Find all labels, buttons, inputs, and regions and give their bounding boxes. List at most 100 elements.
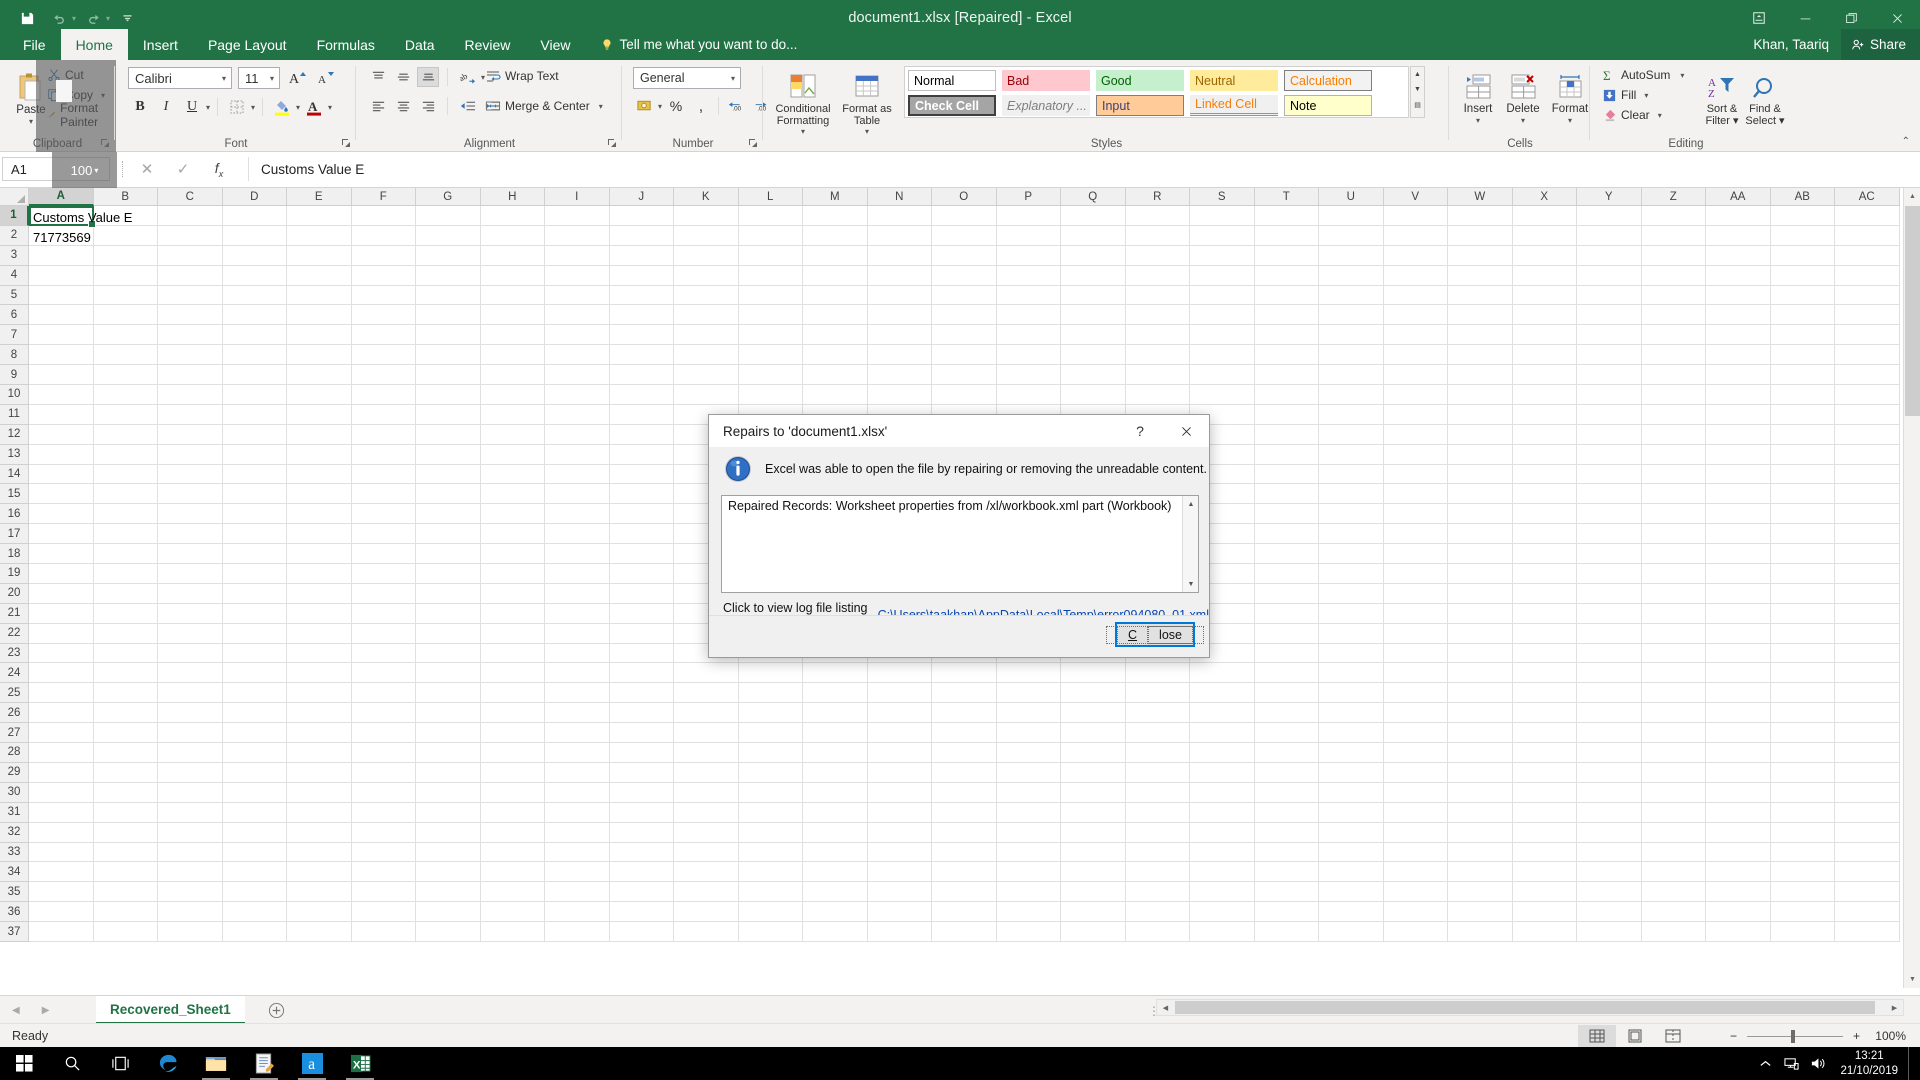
cell-B23[interactable] bbox=[93, 643, 158, 664]
row-header-5[interactable]: 5 bbox=[0, 285, 29, 306]
cell-T5[interactable] bbox=[1254, 285, 1319, 306]
cell-J30[interactable] bbox=[609, 782, 674, 803]
column-header-C[interactable]: C bbox=[158, 188, 223, 206]
cell-I15[interactable] bbox=[545, 484, 610, 505]
cell-M31[interactable] bbox=[803, 802, 868, 823]
cell-T19[interactable] bbox=[1254, 564, 1319, 584]
cell-E24[interactable] bbox=[287, 663, 352, 684]
cell-AC30[interactable] bbox=[1835, 782, 1900, 803]
cell-T4[interactable] bbox=[1254, 265, 1319, 286]
cell-P29[interactable] bbox=[996, 762, 1061, 783]
cell-A13[interactable] bbox=[29, 444, 94, 465]
column-header-U[interactable]: U bbox=[1319, 188, 1384, 206]
cell-F28[interactable] bbox=[351, 743, 416, 763]
column-header-X[interactable]: X bbox=[1512, 188, 1577, 206]
cell-AC23[interactable] bbox=[1835, 643, 1900, 664]
format-cells-dropdown-icon[interactable]: ▾ bbox=[1568, 117, 1572, 125]
fill-button[interactable]: Fill ▾ bbox=[1599, 85, 1687, 105]
cell-A30[interactable] bbox=[29, 782, 94, 803]
cell-U35[interactable] bbox=[1319, 882, 1384, 903]
cell-D27[interactable] bbox=[222, 723, 287, 744]
cell-O6[interactable] bbox=[932, 305, 997, 326]
cell-J14[interactable] bbox=[609, 464, 674, 485]
cell-D32[interactable] bbox=[222, 822, 287, 843]
cell-D26[interactable] bbox=[222, 703, 287, 724]
cell-W11[interactable] bbox=[1448, 404, 1513, 425]
cell-Q26[interactable] bbox=[1061, 703, 1126, 724]
show-hidden-icons-icon[interactable] bbox=[1752, 1047, 1778, 1080]
cell-AB19[interactable] bbox=[1770, 564, 1835, 584]
cell-K4[interactable] bbox=[674, 265, 739, 286]
cell-Z28[interactable] bbox=[1641, 743, 1706, 763]
cell-V18[interactable] bbox=[1383, 544, 1448, 565]
number-format-combo[interactable]: General ▾ bbox=[633, 67, 741, 89]
cell-AB12[interactable] bbox=[1770, 424, 1835, 445]
cell-G30[interactable] bbox=[416, 782, 481, 803]
cell-J13[interactable] bbox=[609, 444, 674, 465]
cell-J6[interactable] bbox=[609, 305, 674, 326]
cell-J23[interactable] bbox=[609, 643, 674, 664]
cell-V3[interactable] bbox=[1383, 245, 1448, 266]
cell-W37[interactable] bbox=[1448, 922, 1513, 942]
cell-P36[interactable] bbox=[996, 902, 1061, 923]
cell-H6[interactable] bbox=[480, 305, 545, 326]
cell-Y13[interactable] bbox=[1577, 444, 1642, 465]
cell-B19[interactable] bbox=[93, 564, 158, 584]
add-sheet-icon[interactable] bbox=[266, 1000, 286, 1020]
cell-W26[interactable] bbox=[1448, 703, 1513, 724]
cell-Z12[interactable] bbox=[1641, 424, 1706, 445]
cell-F18[interactable] bbox=[351, 544, 416, 565]
zoom-level[interactable]: 100% bbox=[1870, 1029, 1906, 1043]
cell-B30[interactable] bbox=[93, 782, 158, 803]
percent-style-icon[interactable]: % bbox=[665, 96, 687, 116]
fill-color-icon[interactable] bbox=[270, 96, 294, 118]
cell-R24[interactable] bbox=[1125, 663, 1190, 684]
align-bottom-icon[interactable] bbox=[417, 67, 439, 87]
cell-P2[interactable] bbox=[996, 225, 1061, 246]
cell-F1[interactable] bbox=[351, 206, 416, 226]
cell-H32[interactable] bbox=[480, 822, 545, 843]
cell-AC16[interactable] bbox=[1835, 504, 1900, 525]
number-dialog-launcher[interactable] bbox=[748, 138, 759, 149]
cell-E15[interactable] bbox=[287, 484, 352, 505]
cell-V16[interactable] bbox=[1383, 504, 1448, 525]
cell-AB22[interactable] bbox=[1770, 623, 1835, 644]
cell-W6[interactable] bbox=[1448, 305, 1513, 326]
fill-color-dropdown-icon[interactable]: ▾ bbox=[296, 103, 300, 112]
cell-N24[interactable] bbox=[867, 663, 932, 684]
cell-X9[interactable] bbox=[1512, 365, 1577, 386]
cell-AB31[interactable] bbox=[1770, 802, 1835, 823]
cell-Y4[interactable] bbox=[1577, 265, 1642, 286]
cell-Q29[interactable] bbox=[1061, 762, 1126, 783]
cell-A33[interactable] bbox=[29, 842, 94, 863]
cell-X23[interactable] bbox=[1512, 643, 1577, 664]
cell-G23[interactable] bbox=[416, 643, 481, 664]
cell-T1[interactable] bbox=[1254, 206, 1319, 226]
sheet-next-icon[interactable]: ▶ bbox=[42, 1005, 50, 1016]
format-cells-button[interactable]: Format ▾ bbox=[1546, 65, 1594, 125]
cell-E35[interactable] bbox=[287, 882, 352, 903]
cell-D23[interactable] bbox=[222, 643, 287, 664]
cell-X17[interactable] bbox=[1512, 524, 1577, 545]
cell-I9[interactable] bbox=[545, 365, 610, 386]
cell-M7[interactable] bbox=[803, 325, 868, 346]
cell-K2[interactable] bbox=[674, 225, 739, 246]
cell-H35[interactable] bbox=[480, 882, 545, 903]
scroll-right-icon[interactable]: ▶ bbox=[1886, 1000, 1903, 1015]
cell-A37[interactable] bbox=[29, 922, 94, 942]
cell-Z30[interactable] bbox=[1641, 782, 1706, 803]
cell-X20[interactable] bbox=[1512, 583, 1577, 604]
cell-AB7[interactable] bbox=[1770, 325, 1835, 346]
cell-H4[interactable] bbox=[480, 265, 545, 286]
cell-G21[interactable] bbox=[416, 603, 481, 624]
cell-T37[interactable] bbox=[1254, 922, 1319, 942]
cell-B3[interactable] bbox=[93, 245, 158, 266]
cell-V21[interactable] bbox=[1383, 603, 1448, 624]
cell-T23[interactable] bbox=[1254, 643, 1319, 664]
cell-X16[interactable] bbox=[1512, 504, 1577, 525]
cell-B25[interactable] bbox=[93, 683, 158, 704]
cell-AC18[interactable] bbox=[1835, 544, 1900, 565]
column-header-AC[interactable]: AC bbox=[1835, 188, 1900, 206]
cell-C15[interactable] bbox=[158, 484, 223, 505]
cell-G5[interactable] bbox=[416, 285, 481, 306]
